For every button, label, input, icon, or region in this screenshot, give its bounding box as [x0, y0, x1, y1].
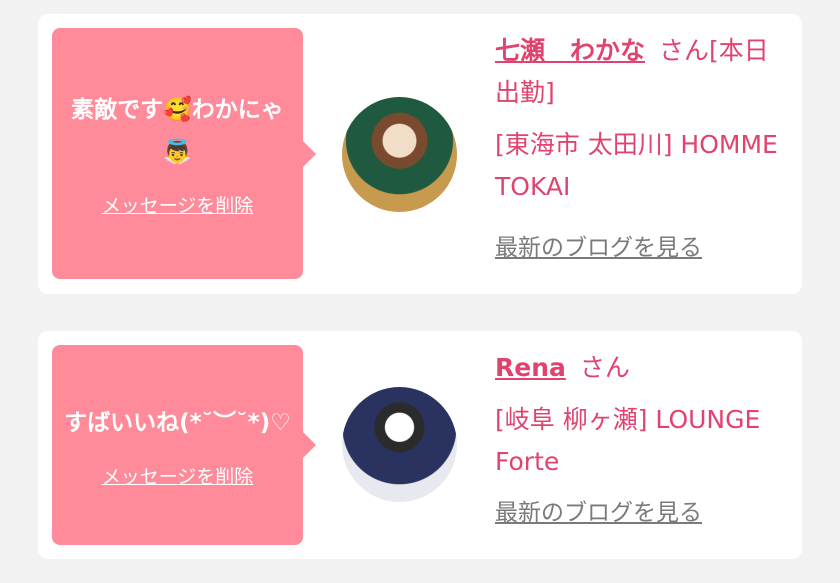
delete-message-link[interactable]: メッセージを削除: [102, 462, 254, 489]
cast-name-link[interactable]: 七瀬 わかな: [495, 36, 645, 65]
cast-name-link[interactable]: Rena: [495, 353, 566, 382]
name-line: Rena さん: [495, 347, 790, 389]
avatar[interactable]: [342, 387, 457, 502]
delete-message-link[interactable]: メッセージを削除: [102, 191, 254, 218]
avatar[interactable]: [342, 97, 457, 212]
message-card: すばいいね(*˘︶˘*)♡ メッセージを削除 Rena さん [岐阜 柳ヶ瀬] L…: [38, 331, 802, 559]
cast-info: Rena さん [岐阜 柳ヶ瀬] LOUNGE Forte 最新のブログを見る: [495, 347, 790, 527]
latest-blog-link[interactable]: 最新のブログを見る: [495, 493, 702, 527]
shop-name: [岐阜 柳ヶ瀬] LOUNGE Forte: [495, 405, 761, 476]
message-text: 素敵です🥰わかにゃ👼: [71, 97, 284, 165]
honorific: さん: [579, 353, 630, 382]
message-text: すばいいね(*˘︶˘*)♡: [64, 409, 291, 436]
shop-name: [東海市 太田川] HOMME TOKAI: [495, 130, 778, 201]
message-bubble: 素敵です🥰わかにゃ👼 メッセージを削除: [52, 28, 316, 279]
latest-blog-link[interactable]: 最新のブログを見る: [495, 228, 702, 262]
message-card: 素敵です🥰わかにゃ👼 メッセージを削除 七瀬 わかな さん[本日出勤] [東海市 …: [38, 14, 802, 294]
name-line: 七瀬 わかな さん[本日出勤]: [495, 30, 790, 114]
honorific: さん: [659, 36, 710, 65]
message-bubble: すばいいね(*˘︶˘*)♡ メッセージを削除: [52, 345, 316, 545]
cast-info: 七瀬 わかな さん[本日出勤] [東海市 太田川] HOMME TOKAI 最新の…: [495, 30, 790, 262]
